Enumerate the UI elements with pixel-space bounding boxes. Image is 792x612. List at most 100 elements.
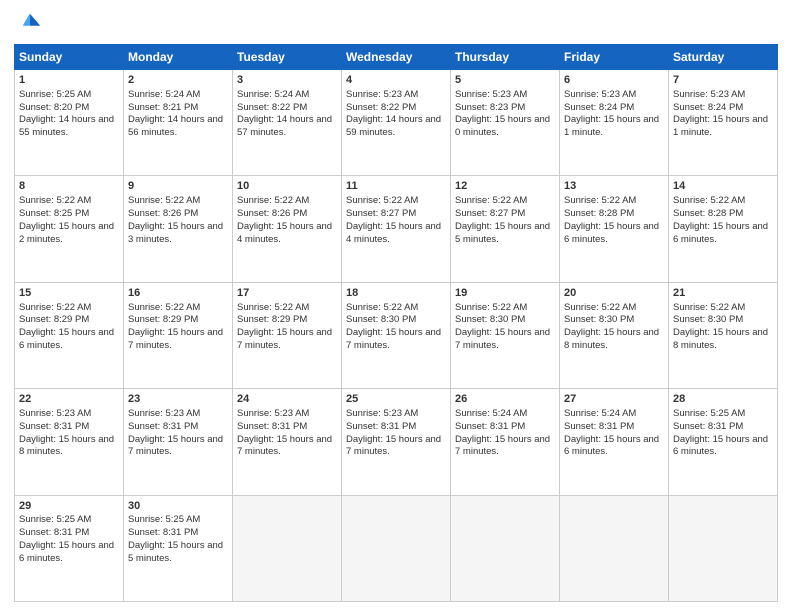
calendar-header-wednesday: Wednesday (342, 45, 451, 70)
sunset-info: Sunset: 8:30 PM (673, 314, 773, 327)
daylight-label: Daylight: 15 hours and 7 minutes. (237, 327, 337, 353)
calendar-cell: 29Sunrise: 5:25 AMSunset: 8:31 PMDayligh… (15, 495, 124, 601)
sunset-info: Sunset: 8:23 PM (455, 102, 555, 115)
sunrise-info: Sunrise: 5:24 AM (564, 408, 664, 421)
day-number: 12 (455, 179, 555, 194)
daylight-label: Daylight: 15 hours and 7 minutes. (128, 327, 228, 353)
logo (14, 10, 46, 38)
daylight-label: Daylight: 15 hours and 6 minutes. (673, 221, 773, 247)
day-number: 24 (237, 392, 337, 407)
daylight-label: Daylight: 15 hours and 7 minutes. (455, 327, 555, 353)
sunset-info: Sunset: 8:30 PM (564, 314, 664, 327)
logo-icon (14, 10, 42, 38)
calendar-week-1: 1Sunrise: 5:25 AMSunset: 8:20 PMDaylight… (15, 70, 778, 176)
calendar-week-4: 22Sunrise: 5:23 AMSunset: 8:31 PMDayligh… (15, 389, 778, 495)
calendar-header-thursday: Thursday (451, 45, 560, 70)
sunrise-info: Sunrise: 5:23 AM (346, 408, 446, 421)
sunrise-info: Sunrise: 5:25 AM (19, 89, 119, 102)
sunrise-info: Sunrise: 5:23 AM (237, 408, 337, 421)
daylight-label: Daylight: 15 hours and 5 minutes. (455, 221, 555, 247)
calendar-cell: 5Sunrise: 5:23 AMSunset: 8:23 PMDaylight… (451, 70, 560, 176)
sunrise-info: Sunrise: 5:22 AM (346, 302, 446, 315)
sunset-info: Sunset: 8:31 PM (19, 421, 119, 434)
calendar-cell (560, 495, 669, 601)
day-number: 30 (128, 499, 228, 514)
calendar-cell: 1Sunrise: 5:25 AMSunset: 8:20 PMDaylight… (15, 70, 124, 176)
calendar-cell: 11Sunrise: 5:22 AMSunset: 8:27 PMDayligh… (342, 176, 451, 282)
daylight-label: Daylight: 14 hours and 59 minutes. (346, 114, 446, 140)
calendar-cell: 23Sunrise: 5:23 AMSunset: 8:31 PMDayligh… (124, 389, 233, 495)
calendar-cell: 19Sunrise: 5:22 AMSunset: 8:30 PMDayligh… (451, 282, 560, 388)
sunrise-info: Sunrise: 5:22 AM (455, 195, 555, 208)
calendar-cell (342, 495, 451, 601)
day-number: 22 (19, 392, 119, 407)
sunrise-info: Sunrise: 5:22 AM (237, 302, 337, 315)
sunrise-info: Sunrise: 5:24 AM (237, 89, 337, 102)
sunset-info: Sunset: 8:21 PM (128, 102, 228, 115)
sunrise-info: Sunrise: 5:22 AM (19, 195, 119, 208)
daylight-label: Daylight: 15 hours and 8 minutes. (673, 327, 773, 353)
daylight-label: Daylight: 14 hours and 57 minutes. (237, 114, 337, 140)
calendar-cell: 4Sunrise: 5:23 AMSunset: 8:22 PMDaylight… (342, 70, 451, 176)
sunset-info: Sunset: 8:26 PM (237, 208, 337, 221)
calendar-cell: 15Sunrise: 5:22 AMSunset: 8:29 PMDayligh… (15, 282, 124, 388)
sunrise-info: Sunrise: 5:25 AM (673, 408, 773, 421)
sunset-info: Sunset: 8:24 PM (673, 102, 773, 115)
sunset-info: Sunset: 8:22 PM (346, 102, 446, 115)
calendar-header-tuesday: Tuesday (233, 45, 342, 70)
daylight-label: Daylight: 15 hours and 1 minute. (673, 114, 773, 140)
header (14, 10, 778, 38)
daylight-label: Daylight: 15 hours and 8 minutes. (19, 434, 119, 460)
calendar-cell: 6Sunrise: 5:23 AMSunset: 8:24 PMDaylight… (560, 70, 669, 176)
day-number: 4 (346, 73, 446, 88)
sunset-info: Sunset: 8:28 PM (564, 208, 664, 221)
daylight-label: Daylight: 15 hours and 6 minutes. (673, 434, 773, 460)
sunset-info: Sunset: 8:29 PM (19, 314, 119, 327)
calendar-week-3: 15Sunrise: 5:22 AMSunset: 8:29 PMDayligh… (15, 282, 778, 388)
sunrise-info: Sunrise: 5:24 AM (128, 89, 228, 102)
daylight-label: Daylight: 14 hours and 55 minutes. (19, 114, 119, 140)
day-number: 27 (564, 392, 664, 407)
sunset-info: Sunset: 8:29 PM (128, 314, 228, 327)
day-number: 13 (564, 179, 664, 194)
calendar-cell: 18Sunrise: 5:22 AMSunset: 8:30 PMDayligh… (342, 282, 451, 388)
sunrise-info: Sunrise: 5:22 AM (237, 195, 337, 208)
calendar-cell (233, 495, 342, 601)
day-number: 3 (237, 73, 337, 88)
page: SundayMondayTuesdayWednesdayThursdayFrid… (0, 0, 792, 612)
day-number: 26 (455, 392, 555, 407)
sunset-info: Sunset: 8:31 PM (19, 527, 119, 540)
day-number: 28 (673, 392, 773, 407)
day-number: 29 (19, 499, 119, 514)
sunset-info: Sunset: 8:24 PM (564, 102, 664, 115)
calendar-cell: 9Sunrise: 5:22 AMSunset: 8:26 PMDaylight… (124, 176, 233, 282)
calendar-week-5: 29Sunrise: 5:25 AMSunset: 8:31 PMDayligh… (15, 495, 778, 601)
daylight-label: Daylight: 15 hours and 4 minutes. (237, 221, 337, 247)
calendar-cell: 3Sunrise: 5:24 AMSunset: 8:22 PMDaylight… (233, 70, 342, 176)
sunrise-info: Sunrise: 5:23 AM (455, 89, 555, 102)
calendar-header-saturday: Saturday (669, 45, 778, 70)
sunrise-info: Sunrise: 5:22 AM (564, 302, 664, 315)
daylight-label: Daylight: 15 hours and 4 minutes. (346, 221, 446, 247)
daylight-label: Daylight: 14 hours and 56 minutes. (128, 114, 228, 140)
calendar-cell: 22Sunrise: 5:23 AMSunset: 8:31 PMDayligh… (15, 389, 124, 495)
daylight-label: Daylight: 15 hours and 7 minutes. (128, 434, 228, 460)
calendar-cell: 20Sunrise: 5:22 AMSunset: 8:30 PMDayligh… (560, 282, 669, 388)
calendar-cell: 16Sunrise: 5:22 AMSunset: 8:29 PMDayligh… (124, 282, 233, 388)
sunrise-info: Sunrise: 5:22 AM (128, 195, 228, 208)
daylight-label: Daylight: 15 hours and 6 minutes. (19, 540, 119, 566)
calendar-header-monday: Monday (124, 45, 233, 70)
sunset-info: Sunset: 8:31 PM (564, 421, 664, 434)
day-number: 23 (128, 392, 228, 407)
calendar-cell: 13Sunrise: 5:22 AMSunset: 8:28 PMDayligh… (560, 176, 669, 282)
calendar-header-row: SundayMondayTuesdayWednesdayThursdayFrid… (15, 45, 778, 70)
sunrise-info: Sunrise: 5:22 AM (564, 195, 664, 208)
sunrise-info: Sunrise: 5:22 AM (346, 195, 446, 208)
sunset-info: Sunset: 8:28 PM (673, 208, 773, 221)
calendar-cell: 14Sunrise: 5:22 AMSunset: 8:28 PMDayligh… (669, 176, 778, 282)
day-number: 16 (128, 286, 228, 301)
sunset-info: Sunset: 8:31 PM (128, 527, 228, 540)
day-number: 2 (128, 73, 228, 88)
calendar-cell: 7Sunrise: 5:23 AMSunset: 8:24 PMDaylight… (669, 70, 778, 176)
sunset-info: Sunset: 8:31 PM (346, 421, 446, 434)
